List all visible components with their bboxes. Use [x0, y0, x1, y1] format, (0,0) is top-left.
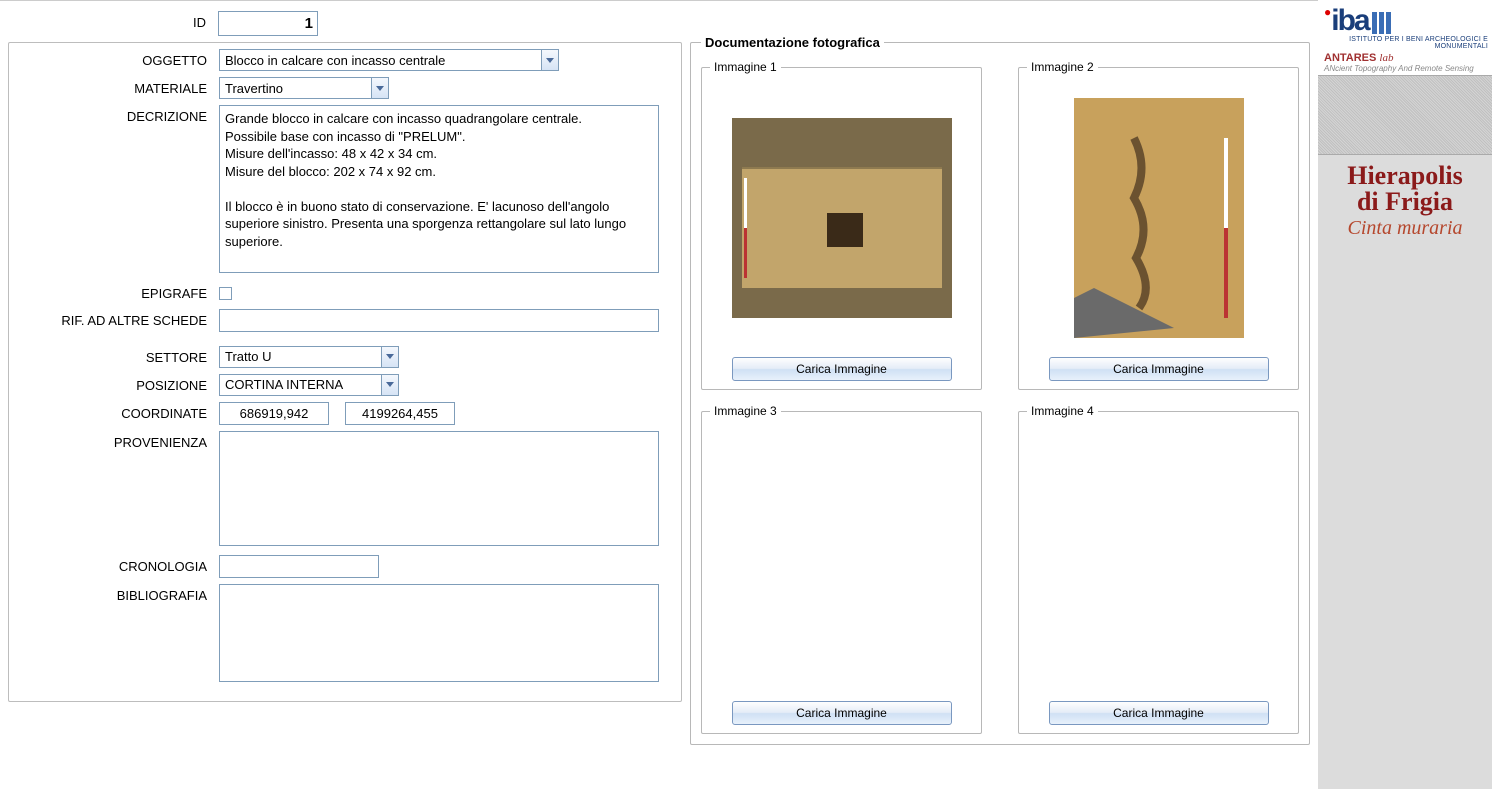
rif-label: Rif. ad altre schede [9, 309, 219, 328]
decrizione-label: DECRIZIONE [9, 105, 219, 124]
side-panel: ●iba ISTITUTO PER I BENI ARCHEOLOGICI E … [1318, 0, 1492, 789]
id-input[interactable] [218, 11, 318, 36]
ibam-logo: ●iba [1324, 6, 1488, 36]
image-slot-1: Immagine 1 Carica Immagine [701, 60, 982, 390]
load-image-2-button[interactable]: Carica Immagine [1049, 357, 1269, 381]
image-slot-2: Immagine 2 Carica Immagine [1018, 60, 1299, 390]
oggetto-label: OGGETTO [9, 49, 219, 68]
rif-input[interactable] [219, 309, 659, 332]
image-slot-3: Immagine 3 Carica Immagine [701, 404, 982, 734]
cronologia-input[interactable] [219, 555, 379, 578]
ibam-subtext: ISTITUTO PER I BENI ARCHEOLOGICI E MONUM… [1324, 36, 1488, 50]
antares-subtext: ANcient Topography And Remote Sensing [1324, 64, 1488, 73]
image-slot-4: Immagine 4 Carica Immagine [1018, 404, 1299, 734]
coord-y-input[interactable] [345, 402, 455, 425]
materiale-value: Travertino [225, 81, 283, 96]
site-title-block: Hierapolis di Frigia Cinta muraria [1318, 155, 1492, 240]
image-1-thumbnail[interactable] [710, 82, 973, 353]
settore-label: SETTORE [9, 346, 219, 365]
posizione-value: CORTINA INTERNA [225, 377, 343, 392]
photo-column: Documentazione fotografica Immagine 1 [690, 3, 1318, 789]
epigrafe-checkbox[interactable] [219, 287, 232, 300]
decorative-band [1318, 75, 1492, 155]
site-subtitle: Cinta muraria [1318, 217, 1492, 240]
main-form-area: ID OGGETTO Blocco in calcare con incasso… [0, 0, 1318, 789]
bibliografia-label: BIBLIOGRAFIA [9, 584, 219, 603]
chevron-down-icon [381, 347, 398, 367]
chevron-down-icon [541, 50, 558, 70]
decrizione-textarea[interactable] [219, 105, 659, 273]
coord-x-input[interactable] [219, 402, 329, 425]
image-2-thumbnail[interactable] [1027, 82, 1290, 353]
image-slot-4-legend: Immagine 4 [1027, 404, 1098, 418]
image-3-thumbnail[interactable] [710, 426, 973, 697]
oggetto-value: Blocco in calcare con incasso centrale [225, 53, 445, 68]
chevron-down-icon [371, 78, 388, 98]
bibliografia-textarea[interactable] [219, 584, 659, 682]
form-column: ID OGGETTO Blocco in calcare con incasso… [0, 3, 690, 789]
settore-select[interactable]: Tratto U [219, 346, 399, 368]
cronologia-label: CRONOLOGIA [9, 555, 219, 574]
photo-section-title: Documentazione fotografica [701, 35, 884, 50]
photo-section: Documentazione fotografica Immagine 1 [690, 35, 1310, 745]
materiale-label: MATERIALE [9, 77, 219, 96]
chevron-down-icon [381, 375, 398, 395]
epigrafe-label: EPIGRAFE [9, 282, 219, 301]
materiale-select[interactable]: Travertino [219, 77, 389, 99]
posizione-label: POSIZIONE [9, 374, 219, 393]
oggetto-select[interactable]: Blocco in calcare con incasso centrale [219, 49, 559, 71]
site-title-2: di Frigia [1318, 189, 1492, 215]
image-4-thumbnail[interactable] [1027, 426, 1290, 697]
settore-value: Tratto U [225, 349, 271, 364]
logo-area: ●iba ISTITUTO PER I BENI ARCHEOLOGICI E … [1318, 0, 1492, 75]
id-label: ID [8, 11, 218, 30]
coordinate-label: COORDINATE [9, 402, 219, 421]
load-image-4-button[interactable]: Carica Immagine [1049, 701, 1269, 725]
image-slot-2-legend: Immagine 2 [1027, 60, 1098, 74]
site-title-1: Hierapolis [1318, 163, 1492, 189]
provenienza-textarea[interactable] [219, 431, 659, 546]
load-image-1-button[interactable]: Carica Immagine [732, 357, 952, 381]
image-slot-1-legend: Immagine 1 [710, 60, 781, 74]
image-slot-3-legend: Immagine 3 [710, 404, 781, 418]
provenienza-label: PROVENIENZA [9, 431, 219, 450]
posizione-select[interactable]: CORTINA INTERNA [219, 374, 399, 396]
antares-logo: ANTARES lab [1324, 52, 1488, 64]
load-image-3-button[interactable]: Carica Immagine [732, 701, 952, 725]
